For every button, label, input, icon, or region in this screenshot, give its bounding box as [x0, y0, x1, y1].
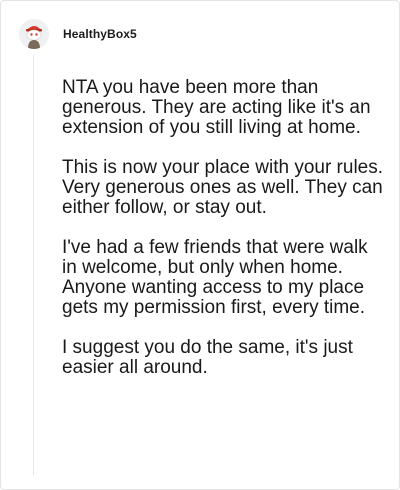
comment-author[interactable]: HealthyBox5: [63, 27, 137, 41]
comment-paragraph: NTA you have been more than generous. Th…: [62, 77, 371, 138]
comment-header: HealthyBox5: [19, 17, 137, 51]
comment-card: HealthyBox5 NTA you have been more than …: [0, 0, 400, 490]
snoo-avatar-icon[interactable]: [19, 19, 49, 49]
thread-line[interactable]: [33, 55, 34, 475]
comment-paragraph: I've had a few friends that were walk in…: [62, 237, 368, 318]
comment-paragraph: I suggest you do the same, it's just eas…: [62, 337, 353, 378]
comment-paragraph: This is now your place with your rules. …: [62, 157, 384, 218]
comment-body: NTA you have been more than generous. Th…: [62, 78, 384, 378]
